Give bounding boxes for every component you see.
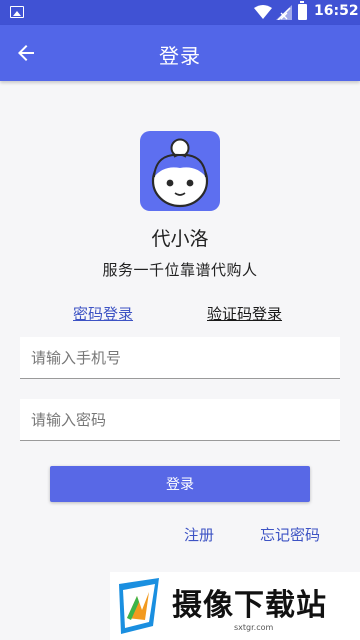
tab-password-login[interactable]: 密码登录 [73,303,133,324]
phone-input[interactable] [20,337,340,378]
battery-icon [298,1,307,20]
page-title: 登录 [159,44,201,68]
phone-field [20,337,340,379]
status-bar: 16:52 [0,0,360,25]
password-field [20,399,340,441]
signal-icon [276,5,292,20]
app-slogan: 服务一千位靠谱代购人 [102,261,258,279]
app-logo [140,131,220,211]
status-time: 16:52 [314,3,359,19]
login-button[interactable]: 登录 [50,466,310,502]
image-notification-icon [10,6,24,18]
forgot-password-link[interactable]: 忘记密码 [260,524,320,545]
register-link[interactable]: 注册 [184,524,214,545]
mascot-icon [151,138,209,208]
app-name: 代小洛 [151,228,209,250]
password-input[interactable] [20,399,340,440]
watermark-url: sxtgr.com [234,623,274,632]
watermark-logo-icon [119,578,159,634]
wifi-icon [254,5,272,19]
watermark: 摄像下载站 sxtgr.com [110,572,360,640]
app-bar: 登录 [0,25,360,81]
tab-code-login[interactable]: 验证码登录 [207,303,282,324]
watermark-text: 摄像下载站 [172,588,327,623]
